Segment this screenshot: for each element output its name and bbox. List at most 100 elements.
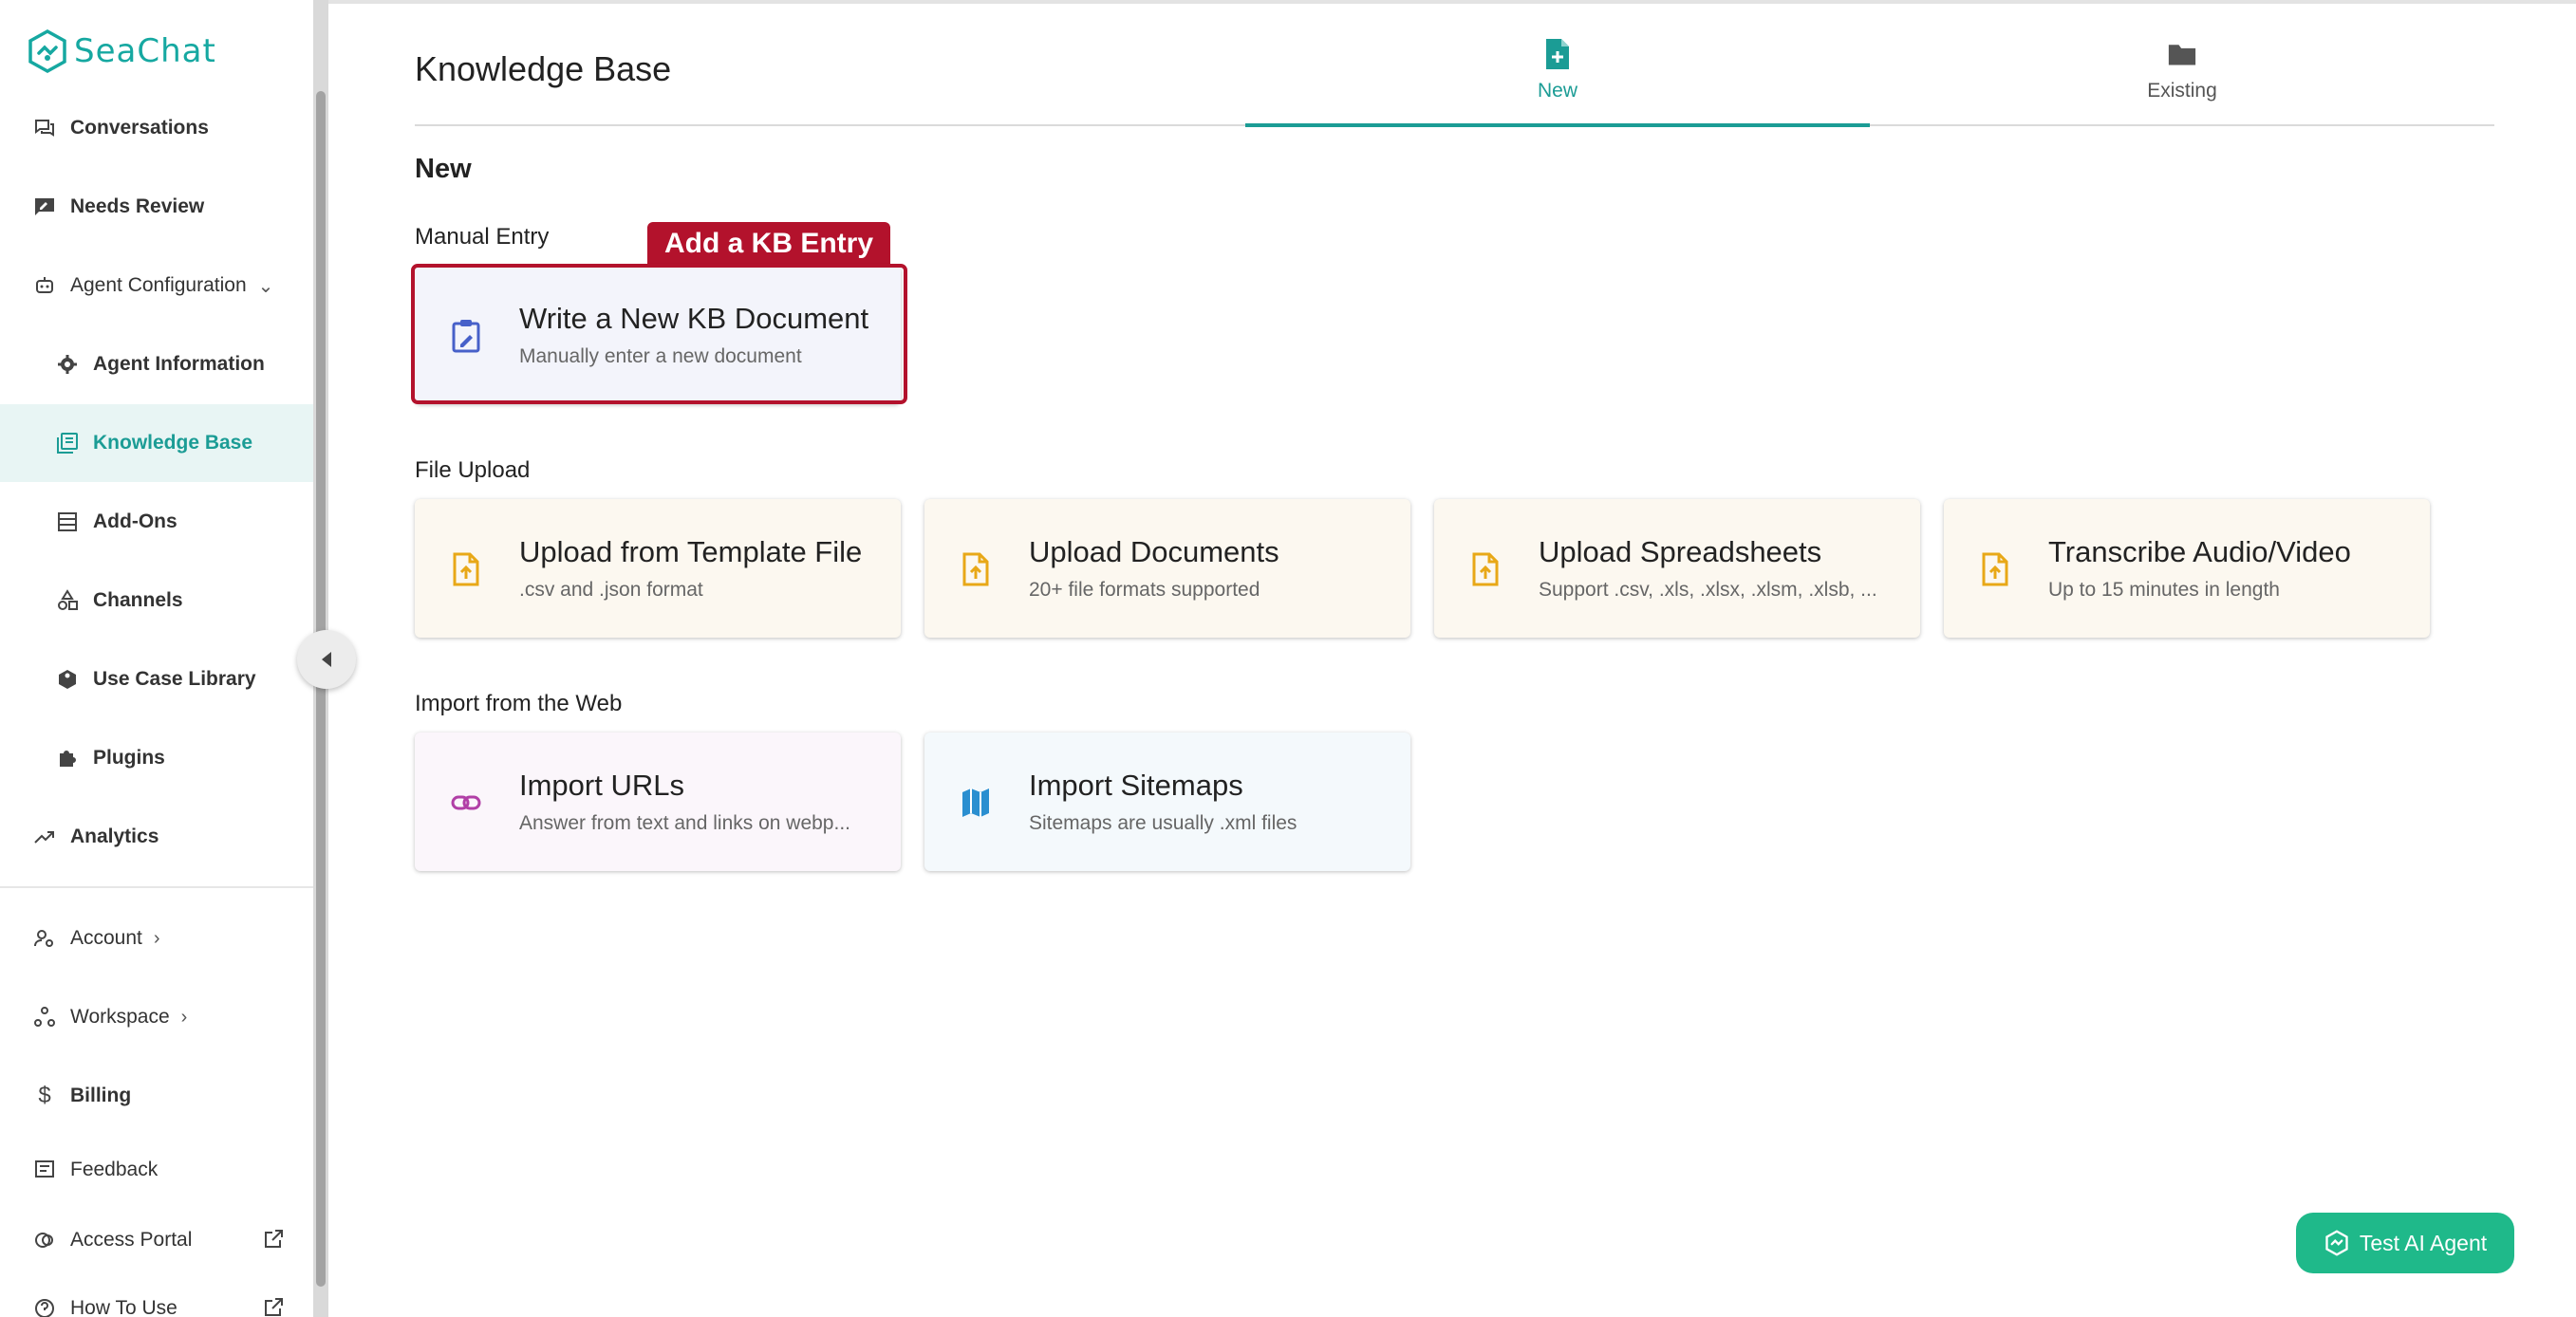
sidebar-item-use-case-library[interactable]: Use Case Library bbox=[0, 640, 313, 718]
sidebar-item-needs-review[interactable]: Needs Review bbox=[0, 168, 313, 246]
manual-entry-label: Manual Entry bbox=[415, 224, 550, 250]
sidebar-item-plugins[interactable]: Plugins bbox=[0, 719, 313, 797]
sidebar-item-agent-information[interactable]: Agent Information bbox=[0, 325, 313, 403]
upload-spreadsheets-card[interactable]: Upload Spreadsheets Support .csv, .xls, … bbox=[1434, 499, 1920, 638]
collapse-sidebar-button[interactable] bbox=[297, 630, 356, 689]
sidebar-item-label: Conversations bbox=[70, 117, 209, 139]
sidebar-item-label: Use Case Library bbox=[93, 668, 256, 690]
chevron-right-icon: › bbox=[153, 927, 160, 949]
upload-template-file-card[interactable]: Upload from Template File .csv and .json… bbox=[415, 499, 901, 638]
card-title: Transcribe Audio/Video bbox=[2048, 535, 2351, 568]
open-in-new-icon bbox=[265, 1230, 283, 1248]
sidebar-item-conversations[interactable]: Conversations bbox=[0, 89, 313, 167]
sidebar-item-label: Agent Information bbox=[93, 353, 265, 375]
sidebar-item-label: Feedback bbox=[70, 1159, 159, 1180]
page-title: Knowledge Base bbox=[415, 49, 672, 88]
sidebar-item-feedback[interactable]: Feedback bbox=[0, 1131, 313, 1209]
file-upload-icon bbox=[1982, 552, 2008, 586]
sidebar: SeaChat Conversations Needs Review Agent… bbox=[0, 0, 313, 1317]
feedback-icon bbox=[32, 1158, 57, 1182]
file-upload-icon bbox=[453, 552, 479, 586]
file-upload-label: File Upload bbox=[415, 457, 531, 483]
top-border bbox=[0, 0, 2576, 4]
card-subtitle: .csv and .json format bbox=[519, 579, 703, 601]
rate-review-icon bbox=[32, 195, 57, 219]
category-icon bbox=[55, 588, 80, 613]
sidebar-item-knowledge-base[interactable]: Knowledge Base bbox=[0, 404, 313, 482]
box-icon bbox=[55, 667, 80, 692]
seachat-logo-icon bbox=[2325, 1230, 2348, 1256]
sidebar-item-channels[interactable]: Channels bbox=[0, 562, 313, 640]
card-subtitle: Support .csv, .xls, .xlsx, .xlsm, .xlsb,… bbox=[1539, 579, 1877, 601]
forum-icon bbox=[32, 116, 57, 140]
library-books-icon bbox=[55, 431, 80, 455]
sidebar-item-label: Account bbox=[70, 927, 142, 949]
note-add-icon bbox=[1546, 39, 1569, 69]
file-upload-icon bbox=[962, 552, 989, 586]
import-sitemaps-card[interactable]: Import Sitemaps Sitemaps are usually .xm… bbox=[924, 733, 1410, 871]
sidebar-item-billing[interactable]: $ Billing bbox=[0, 1057, 313, 1135]
help-icon bbox=[32, 1296, 57, 1317]
tab-label: New bbox=[1537, 80, 1577, 102]
sidebar-item-label: Analytics bbox=[70, 825, 159, 847]
arrow-left-icon bbox=[322, 652, 331, 667]
map-icon bbox=[962, 788, 989, 817]
import-urls-card[interactable]: Import URLs Answer from text and links o… bbox=[415, 733, 901, 871]
sidebar-item-label: Knowledge Base bbox=[93, 432, 253, 454]
card-subtitle: 20+ file formats supported bbox=[1029, 579, 1260, 601]
import-web-label: Import from the Web bbox=[415, 691, 623, 716]
tab-label: Existing bbox=[2147, 80, 2217, 102]
section-title: New bbox=[415, 154, 472, 184]
sidebar-item-access-portal[interactable]: Access Portal bbox=[0, 1201, 313, 1279]
tab-existing[interactable]: Existing bbox=[1870, 38, 2494, 125]
sidebar-item-label: Agent Configuration bbox=[70, 274, 247, 296]
test-ai-agent-button[interactable]: Test AI Agent bbox=[2296, 1213, 2514, 1273]
app-logo[interactable]: SeaChat bbox=[25, 27, 216, 76]
sidebar-item-add-ons[interactable]: Add-Ons bbox=[0, 483, 313, 561]
link-icon bbox=[451, 795, 481, 810]
sidebar-item-label: Workspace bbox=[70, 1006, 170, 1028]
sidebar-divider bbox=[0, 886, 313, 888]
upload-documents-card[interactable]: Upload Documents 20+ file formats suppor… bbox=[924, 499, 1410, 638]
sidebar-item-how-to-use[interactable]: How To Use bbox=[0, 1270, 313, 1317]
file-upload-icon bbox=[1472, 552, 1499, 586]
card-subtitle: Sitemaps are usually .xml files bbox=[1029, 812, 1297, 834]
sidebar-item-analytics[interactable]: Analytics bbox=[0, 798, 313, 876]
sidebar-item-agent-configuration[interactable]: Agent Configuration ⌄ bbox=[0, 247, 313, 325]
sidebar-item-label: How To Use bbox=[70, 1297, 177, 1317]
card-title: Upload Spreadsheets bbox=[1539, 535, 1822, 568]
dollar-icon: $ bbox=[38, 1083, 51, 1108]
table-icon bbox=[55, 510, 80, 534]
card-title: Import URLs bbox=[519, 769, 684, 802]
sidebar-item-account[interactable]: Account › bbox=[0, 900, 313, 977]
puzzle-icon bbox=[55, 746, 80, 770]
portal-icon bbox=[32, 1228, 57, 1252]
active-tab-indicator bbox=[1245, 123, 1870, 127]
logo-text: SeaChat bbox=[74, 32, 216, 70]
sidebar-item-label: Access Portal bbox=[70, 1229, 193, 1251]
transcribe-audio-video-card[interactable]: Transcribe Audio/Video Up to 15 minutes … bbox=[1944, 499, 2430, 638]
highlight-frame bbox=[411, 264, 907, 404]
account-icon bbox=[32, 926, 57, 951]
sidebar-item-label: Add-Ons bbox=[93, 510, 177, 532]
chevron-right-icon: › bbox=[180, 1006, 188, 1028]
robot-icon bbox=[32, 273, 57, 298]
test-ai-agent-label: Test AI Agent bbox=[2359, 1230, 2488, 1255]
workspace-icon bbox=[32, 1005, 57, 1029]
sidebar-item-label: Billing bbox=[70, 1085, 132, 1106]
annotation-tag: Add a KB Entry bbox=[647, 222, 891, 266]
chevron-down-icon: ⌄ bbox=[257, 275, 274, 297]
card-subtitle: Up to 15 minutes in length bbox=[2048, 579, 2280, 601]
sidebar-item-workspace[interactable]: Workspace › bbox=[0, 978, 313, 1056]
open-in-new-icon bbox=[265, 1298, 283, 1316]
seachat-logo-icon bbox=[28, 28, 66, 74]
card-title: Upload from Template File bbox=[519, 535, 863, 568]
sidebar-item-label: Channels bbox=[93, 589, 183, 611]
sidebar-item-label: Needs Review bbox=[70, 195, 205, 217]
card-subtitle: Answer from text and links on webp... bbox=[519, 812, 850, 834]
card-title: Upload Documents bbox=[1029, 535, 1279, 568]
sidebar-item-label: Plugins bbox=[93, 747, 165, 769]
folder-icon bbox=[2168, 45, 2196, 65]
tab-new[interactable]: New bbox=[1245, 38, 1870, 125]
sidebar-scrollbar-thumb[interactable] bbox=[316, 91, 326, 1287]
